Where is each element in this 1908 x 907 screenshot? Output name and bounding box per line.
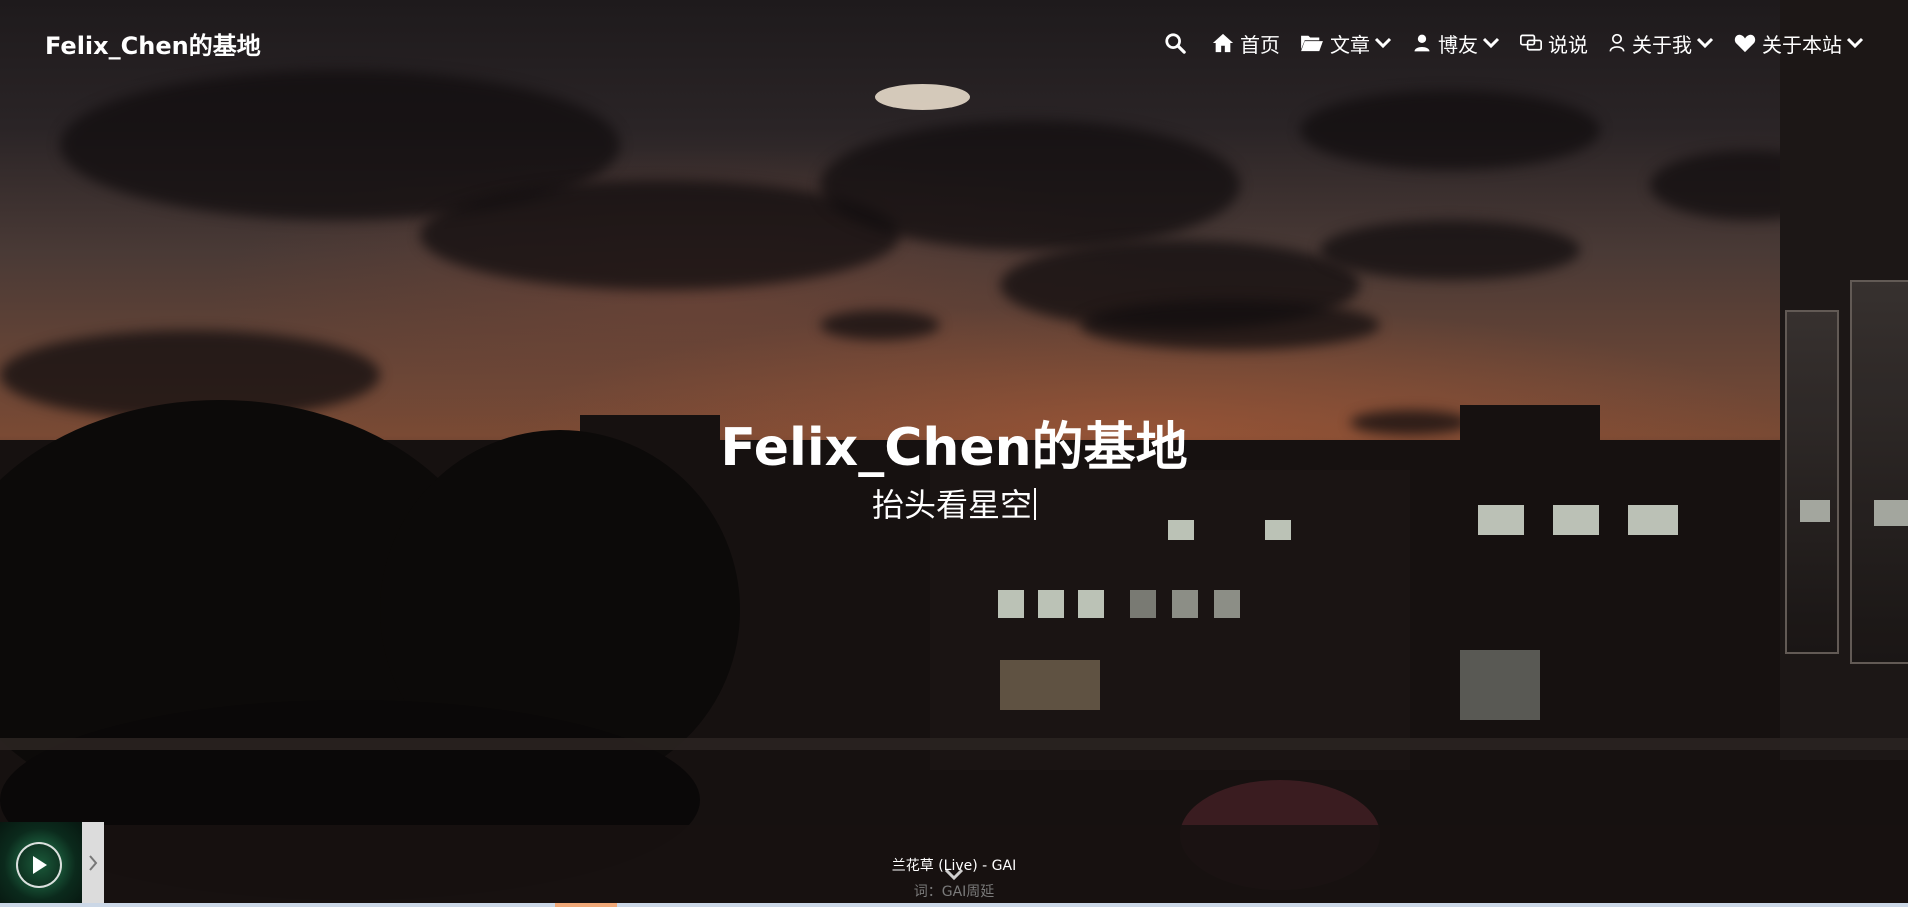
typing-caret: [1034, 488, 1036, 520]
chevron-down-icon: [1374, 37, 1392, 49]
nav-item-home[interactable]: 首页: [1212, 29, 1280, 58]
chevron-down-icon: [1846, 37, 1864, 49]
folder-open-icon: [1301, 35, 1323, 52]
user-icon: [1609, 33, 1625, 52]
typed-text: 抬头看星空: [871, 486, 1032, 524]
bottom-border: [0, 903, 1908, 907]
nav-item-label: 文章: [1330, 32, 1370, 57]
nav-item-articles[interactable]: 文章: [1300, 29, 1392, 58]
nav-item-label: 首页: [1240, 32, 1280, 57]
scroll-down-button[interactable]: [942, 862, 966, 886]
nav-item-moments[interactable]: 说说: [1520, 29, 1588, 58]
top-navbar: Felix_Chen的基地 首页 文章 博友 说说 关于我 关于本站: [0, 0, 1908, 86]
nav-item-label: 关于本站: [1762, 32, 1842, 57]
bottom-accent: [555, 903, 617, 907]
nav-item-about-site[interactable]: 关于本站: [1734, 29, 1864, 58]
chevron-down-icon: [1696, 37, 1714, 49]
nav-item-label: 说说: [1548, 32, 1588, 57]
hero-title: Felix_Chen的基地: [720, 418, 1188, 478]
lamp-glow: [875, 84, 970, 110]
nav-item-label: 关于我: [1632, 32, 1692, 57]
chevron-down-icon: [944, 868, 964, 881]
chevron-down-icon: [1482, 37, 1500, 49]
nav-item-friends[interactable]: 博友: [1412, 29, 1500, 58]
home-icon: [1212, 33, 1234, 53]
site-brand[interactable]: Felix_Chen的基地: [45, 26, 261, 61]
heart-icon: [1734, 34, 1756, 53]
nav-item-label: 博友: [1438, 32, 1478, 57]
comments-icon: [1520, 34, 1542, 51]
search-button[interactable]: [1164, 32, 1192, 54]
search-icon: [1165, 33, 1186, 54]
railing: [0, 738, 1908, 750]
nav-item-about-me[interactable]: 关于我: [1608, 29, 1714, 58]
hero-subtitle: 抬头看星空: [0, 480, 1908, 526]
user-friends-icon: [1414, 34, 1430, 52]
nav-menu: 首页 文章 博友 说说 关于我 关于本站: [1164, 28, 1864, 58]
